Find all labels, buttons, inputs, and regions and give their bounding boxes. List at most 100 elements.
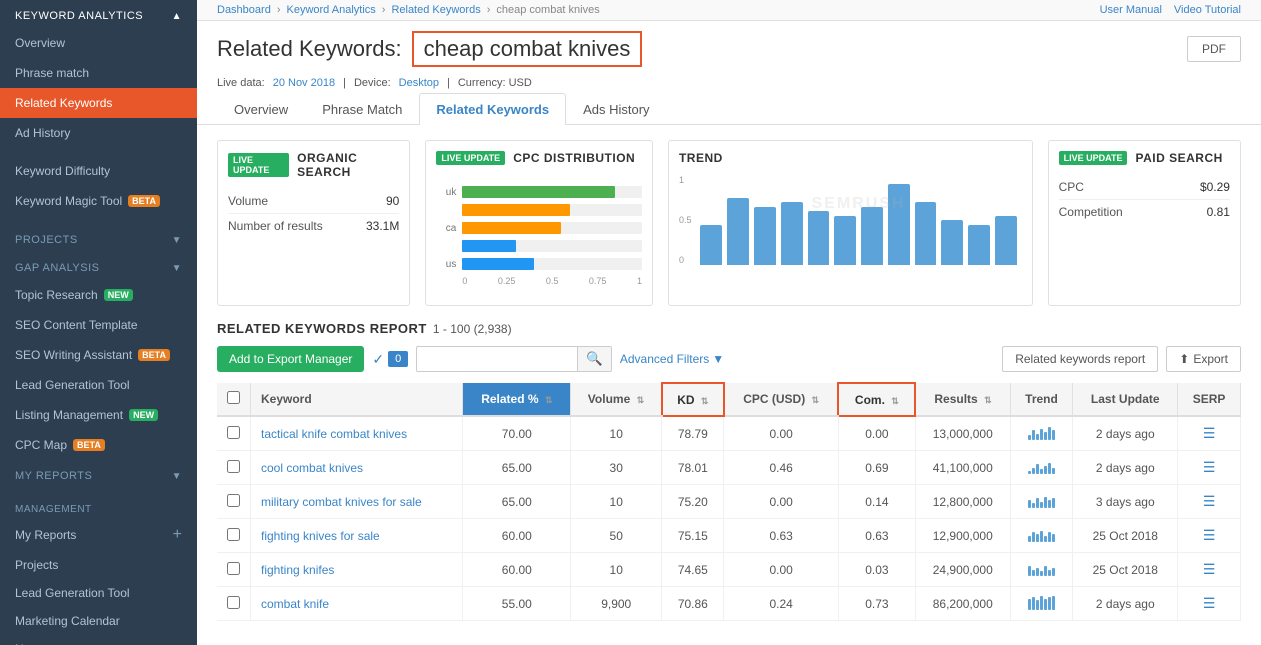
add-to-export-manager-button[interactable]: Add to Export Manager [217,346,364,372]
live-data-date[interactable]: 20 Nov 2018 [273,77,335,89]
sidebar-mgmt-lead-gen[interactable]: Lead Generation Tool [0,579,197,607]
mini-trend-bar-6 [1052,568,1055,576]
cpc-bar-4 [436,240,642,252]
cpc-label-us: us [436,259,456,270]
search-button[interactable]: 🔍 [577,347,611,371]
keyword-link-4[interactable]: fighting knifes [261,563,334,577]
sidebar-mgmt-my-reports[interactable]: My Reports + [0,519,197,551]
col-serp: SERP [1178,383,1241,416]
sidebar-mgmt-projects[interactable]: Projects [0,551,197,579]
cpc-bar-wrap-uk [462,186,642,198]
device-value[interactable]: Desktop [399,77,439,89]
serp-icon-5[interactable]: ☰ [1203,595,1216,611]
related-keywords-report-button[interactable]: Related keywords report [1002,346,1158,372]
advanced-filters-button[interactable]: Advanced Filters ▼ [620,352,724,366]
serp-icon-3[interactable]: ☰ [1203,527,1216,543]
serp-icon-1[interactable]: ☰ [1203,459,1216,475]
tab-phrase-match[interactable]: Phrase Match [305,93,419,125]
volume-cell: 10 [571,416,662,451]
com-cell: 0.00 [838,416,915,451]
table-row: cool combat knives 65.00 30 78.01 0.46 0… [217,451,1241,485]
col-results-label: Results [934,392,977,406]
search-input[interactable] [417,348,577,370]
sidebar-item-phrase-match[interactable]: Phrase match [0,58,197,88]
sidebar-section-my-reports[interactable]: My Reports ▼ [0,460,197,488]
col-kd[interactable]: KD ⇅ [662,383,724,416]
serp-icon-0[interactable]: ☰ [1203,425,1216,441]
sidebar-mgmt-marketing[interactable]: Marketing Calendar [0,607,197,635]
tab-ads-history[interactable]: Ads History [566,93,666,125]
paid-search-title: PAID SEARCH [1135,151,1222,165]
keyword-link-0[interactable]: tactical knife combat knives [261,427,407,441]
cpc-axis-0: 0 [462,276,467,286]
sidebar-item-seo-writing-assistant[interactable]: SEO Writing Assistant BETA [0,340,197,370]
sidebar-item-overview[interactable]: Overview [0,28,197,58]
keyword-link-3[interactable]: fighting knives for sale [261,529,380,543]
col-keyword[interactable]: Keyword [251,383,463,416]
select-all-checkbox[interactable] [227,391,240,404]
keyword-cell: cool combat knives [251,451,463,485]
sidebar-item-related-keywords[interactable]: Related Keywords [0,88,197,118]
breadcrumb-current: cheap combat knives [496,4,599,16]
sidebar-item-topic-research[interactable]: Topic Research NEW [0,280,197,310]
row-checkbox-0[interactable] [227,426,240,439]
breadcrumb-video-tutorial[interactable]: Video Tutorial [1174,4,1241,16]
table-row: tactical knife combat knives 70.00 10 78… [217,416,1241,451]
sidebar-item-keyword-difficulty[interactable]: Keyword Difficulty [0,156,197,186]
serp-cell: ☰ [1178,416,1241,451]
mini-trend-bar-3 [1040,571,1043,576]
row-checkbox-3[interactable] [227,528,240,541]
cpc-value: $0.29 [1200,180,1230,194]
keyword-cell: fighting knifes [251,553,463,587]
volume-cell: 10 [571,553,662,587]
breadcrumb-user-manual[interactable]: User Manual [1100,4,1162,16]
col-com[interactable]: Com. ⇅ [838,383,915,416]
col-keyword-label: Keyword [261,392,312,406]
sort-icon-cpc: ⇅ [812,395,820,405]
results-cell: 41,100,000 [915,451,1010,485]
sidebar-item-keyword-magic-tool[interactable]: Keyword Magic Tool BETA [0,186,197,216]
pdf-button[interactable]: PDF [1187,36,1241,62]
organic-volume-row: Volume 90 [228,189,399,214]
breadcrumb-related-keywords[interactable]: Related Keywords [391,4,480,16]
col-related[interactable]: Related % ⇅ [463,383,571,416]
row-checkbox-4[interactable] [227,562,240,575]
mini-trend-bar-1 [1032,430,1035,440]
col-cpc[interactable]: CPC (USD) ⇅ [724,383,838,416]
check-count-wrap: ✓ 0 [372,351,408,368]
sidebar-item-lead-generation-tool[interactable]: Lead Generation Tool [0,370,197,400]
keyword-link-5[interactable]: combat knife [261,597,329,611]
serp-icon-2[interactable]: ☰ [1203,493,1216,509]
cpc-title: CPC DISTRIBUTION [513,151,635,165]
tab-related-keywords[interactable]: Related Keywords [419,93,566,125]
row-checkbox-5[interactable] [227,596,240,609]
paid-search-card: live update PAID SEARCH CPC $0.29 Compet… [1048,140,1241,306]
breadcrumb-dashboard[interactable]: Dashboard [217,4,271,16]
trend-mini-0 [1028,424,1055,440]
export-button[interactable]: ⬆ Export [1166,346,1241,372]
row-checkbox-1[interactable] [227,460,240,473]
cpc-cell: 0.24 [724,587,838,621]
keyword-link-2[interactable]: military combat knives for sale [261,495,422,509]
col-volume[interactable]: Volume ⇅ [571,383,662,416]
sidebar-section-keyword-analytics[interactable]: Keyword Analytics ▲ [0,0,197,28]
sidebar-mgmt-notes[interactable]: Notes [0,635,197,645]
sidebar-item-seo-content-template[interactable]: SEO Content Template [0,310,197,340]
sidebar-item-label: SEO Writing Assistant [15,348,132,362]
row-checkbox-cell [217,553,251,587]
keyword-link-1[interactable]: cool combat knives [261,461,363,475]
sidebar-item-cpc-map[interactable]: CPC Map BETA [0,430,197,460]
trend-bar-7 [861,207,883,266]
sidebar-item-listing-management[interactable]: Listing Management NEW [0,400,197,430]
kd-cell: 74.65 [662,553,724,587]
tab-overview[interactable]: Overview [217,93,305,125]
sidebar-item-ad-history[interactable]: Ad History [0,118,197,148]
search-wrap[interactable]: 🔍 [416,346,612,372]
kd-cell: 75.20 [662,485,724,519]
sidebar-section-projects[interactable]: Projects ▼ [0,224,197,252]
row-checkbox-2[interactable] [227,494,240,507]
serp-icon-4[interactable]: ☰ [1203,561,1216,577]
col-results[interactable]: Results ⇅ [915,383,1010,416]
breadcrumb-keyword-analytics[interactable]: Keyword Analytics [287,4,376,16]
sidebar-section-gap-analysis[interactable]: Gap Analysis ▼ [0,252,197,280]
